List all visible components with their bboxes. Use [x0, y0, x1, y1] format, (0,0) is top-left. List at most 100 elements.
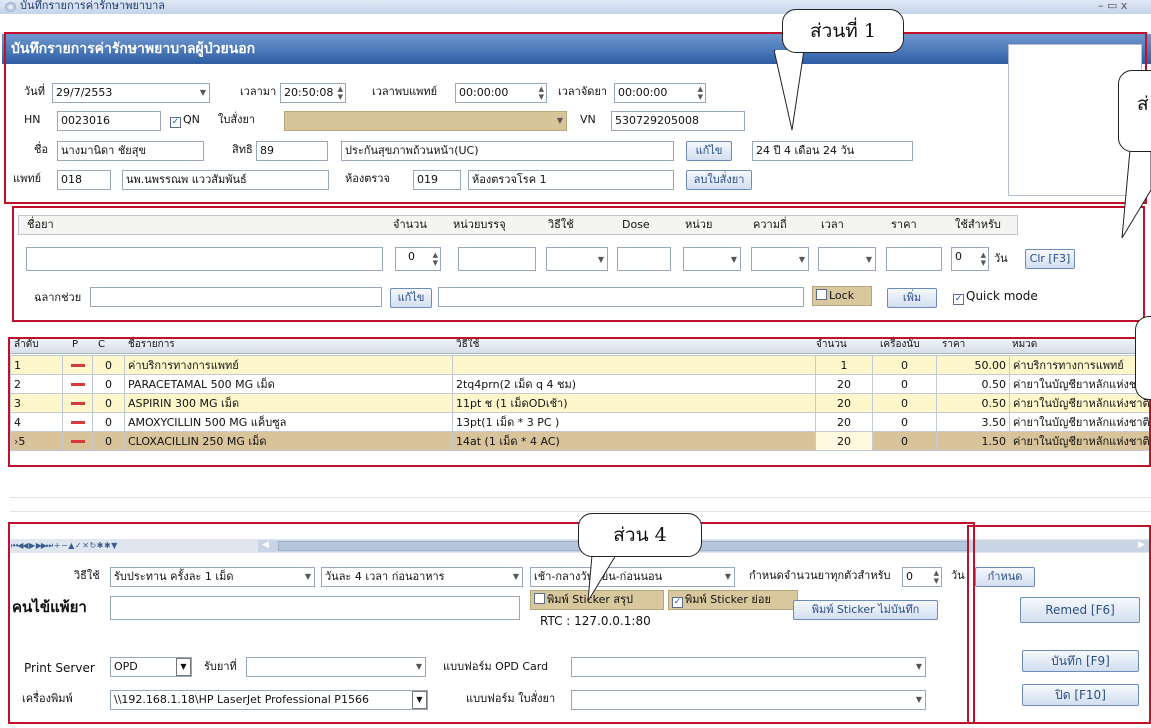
dispense-time-field[interactable]: 00:00:00 ▲ ▼ — [614, 83, 706, 103]
col-dose: Dose — [622, 218, 650, 231]
aux-edit-button[interactable]: แก้ไข — [390, 288, 432, 308]
table-row[interactable]: 4 0 AMOXYCILLIN 500 MG แค็บซูล 13pt(1 เม็ด … — [10, 412, 1151, 432]
table-row[interactable]: 1 0 ค่าบริการทางการแพทย์ 1 0 50.00 ค่าบริการทา… — [10, 355, 1151, 375]
vn-field[interactable]: 530729205008 — [611, 111, 745, 131]
printer-select[interactable]: \\192.168.1.18\HP LaserJet Professional … — [110, 690, 428, 710]
cell-c: 0 — [92, 355, 125, 375]
hn-field[interactable]: 0023016 — [57, 111, 161, 131]
use-days-stepper[interactable]: 0 ▲ ▼ — [951, 247, 989, 271]
date-field[interactable]: 29/7/2553 ▼ — [52, 83, 210, 103]
room-name-field[interactable]: ห้องตรวจโรค 1 — [468, 170, 674, 190]
order-select[interactable]: ▼ — [284, 111, 567, 131]
add-button[interactable]: เพิ่ม — [887, 288, 937, 308]
cell-price: 0.50 — [936, 393, 1010, 413]
sticker-no-save-button[interactable]: พิมพ์ Sticker ไม่บันทึก — [793, 600, 938, 620]
col-freq: ความถี่ — [753, 218, 787, 231]
callout-3 — [1135, 316, 1151, 400]
edit-right-button[interactable]: แก้ไข — [686, 141, 732, 161]
window-controls[interactable]: – ▭ x — [1098, 0, 1127, 15]
checkbox-icon — [816, 289, 827, 300]
allergy-input[interactable] — [110, 596, 520, 620]
cell-p — [62, 431, 93, 451]
freq-select[interactable]: ▼ — [751, 247, 809, 271]
spinner-icon: ▲ ▼ — [538, 85, 544, 101]
table-row[interactable]: 3 0 ASPIRIN 300 MG เม็ด 11pt ช (1 เม็ดODเช้… — [10, 393, 1151, 413]
receive-at-label: รับยาที่ — [204, 660, 237, 673]
dispense-time-label: เวลาจัดยา — [558, 85, 608, 98]
chevron-down-icon: ▼ — [730, 255, 737, 264]
chevron-down-icon: ▼ — [199, 88, 206, 97]
print-server-dropdown-icon[interactable]: ▼ — [176, 658, 191, 676]
entry-header-row — [18, 215, 1018, 235]
remed-button[interactable]: Remed [F6] — [1020, 597, 1140, 623]
aux-label-input[interactable] — [90, 287, 382, 307]
right-code-field[interactable]: 89 — [256, 141, 328, 161]
usage-method-select[interactable]: รับประทาน ครั้งละ 1 เม็ด ▼ — [110, 567, 315, 587]
cell-price: 0.50 — [936, 374, 1010, 394]
grid-nav-buttons[interactable]: ⏮◀◀ ▶ ▶▶⏭ + − ▲ ✓ ✕ ↻ ✱ ✱ ▼ — [11, 537, 117, 555]
clear-button[interactable]: Clr [F3] — [1025, 249, 1075, 269]
right-name-field[interactable]: ประกันสุขภาพถ้วนหน้า(UC) — [341, 141, 674, 161]
doctor-name-field[interactable]: นพ.นพรรณพ แววสัมพันธ์ — [122, 170, 329, 190]
unit-select[interactable]: ▼ — [683, 247, 741, 271]
scroll-right-icon[interactable]: ▶ — [1138, 536, 1145, 554]
usage-freq-select[interactable]: วันละ 4 เวลา ก่อนอาหาร ▼ — [321, 567, 523, 587]
col-unit: หน่วย — [685, 218, 713, 231]
aux-text-input[interactable] — [438, 287, 804, 307]
time-select[interactable]: ▼ — [818, 247, 876, 271]
pack-unit-input[interactable] — [458, 247, 536, 271]
list-col-p: P — [72, 339, 79, 350]
opd-card-form-select[interactable]: ▼ — [571, 657, 926, 677]
list-col-category: หมวด — [1012, 339, 1038, 350]
date-label: วันที่ — [24, 85, 45, 98]
name-field[interactable]: นางมานิดา ชัยสุข — [57, 141, 204, 161]
qn-checkbox[interactable]: ✓ QN — [170, 111, 200, 129]
drug-name-input[interactable] — [26, 247, 383, 271]
time-field[interactable]: 20:50:08 ▲ ▼ — [280, 83, 346, 103]
order-label: ใบสั่งยา — [218, 113, 256, 126]
sticker-sub-checkbox[interactable]: ✓ พิมพ์ Sticker ย่อย — [668, 590, 798, 610]
doctor-code-field[interactable]: 018 — [57, 170, 111, 190]
cell-usage: 11pt ช (1 เม็ดODเช้า) — [452, 393, 816, 413]
checkbox-checked-icon: ✓ — [672, 597, 683, 608]
callout-1-pointer — [773, 50, 805, 131]
cell-usage — [452, 355, 816, 375]
order-form-select[interactable]: ▼ — [571, 690, 926, 710]
doctor-time-field[interactable]: 00:00:00 ▲ ▼ — [455, 83, 547, 103]
chevron-down-icon: ▼ — [724, 572, 731, 581]
chevron-down-icon: ▼ — [512, 572, 519, 581]
table-row-selected[interactable]: ›5 0 CLOXACILLIN 250 MG เม็ด 14at (1 เม็ด *… — [10, 431, 1151, 451]
delete-order-button[interactable]: ลบใบสั่งยา — [686, 170, 752, 190]
name-label: ชื่อ — [34, 143, 49, 156]
set-qty-button[interactable]: กำหนด — [975, 567, 1035, 587]
fix-days-stepper[interactable]: 0 ▲ ▼ — [902, 567, 942, 587]
list-header-row — [10, 338, 1151, 354]
callout-2-pointer — [1121, 150, 1151, 239]
callout-2: ส่ — [1118, 70, 1151, 152]
qty-stepper[interactable]: 0 ▲ ▼ — [395, 247, 441, 271]
price-input[interactable] — [886, 247, 942, 271]
receive-at-select[interactable]: ▼ — [246, 657, 426, 677]
window-title: บันทึกรายการค่ารักษาพยาบาล — [20, 0, 165, 12]
chevron-down-icon: ▼ — [597, 255, 604, 264]
minus-icon — [70, 439, 85, 443]
aux-label-label: ฉลากช่วย — [34, 291, 82, 304]
quick-mode-checkbox[interactable]: ✓ Quick mode — [953, 287, 1038, 305]
usage-times-select[interactable]: เช้า-กลางวัน-เย็น-ก่อนนอน▼ — [530, 567, 735, 587]
spinner-icon: ▲ ▼ — [933, 569, 939, 585]
scroll-left-icon[interactable]: ◀ — [262, 536, 269, 554]
cell-c: 0 — [92, 393, 125, 413]
room-code-field[interactable]: 019 — [413, 170, 461, 190]
cell-qty: 20 — [815, 431, 873, 451]
method-select[interactable]: ▼ — [546, 247, 608, 271]
spinner-icon: ▲ ▼ — [697, 85, 703, 101]
save-button[interactable]: บันทึก [F9] — [1022, 650, 1139, 672]
close-button[interactable]: ปิด [F10] — [1022, 684, 1139, 706]
printer-dropdown-icon[interactable]: ▼ — [412, 691, 427, 709]
fix-qty-label: กำหนดจำนวนยาทุกตัวสำหรับ — [749, 569, 891, 582]
window-titlebar — [0, 0, 1151, 14]
dose-input[interactable] — [617, 247, 671, 271]
cell-c: 0 — [92, 431, 125, 451]
table-row[interactable]: 2 0 PARACETAMAL 500 MG เม็ด 2tq4prn(2 เม็ด … — [10, 374, 1151, 394]
lock-toggle[interactable]: Lock — [812, 286, 872, 306]
